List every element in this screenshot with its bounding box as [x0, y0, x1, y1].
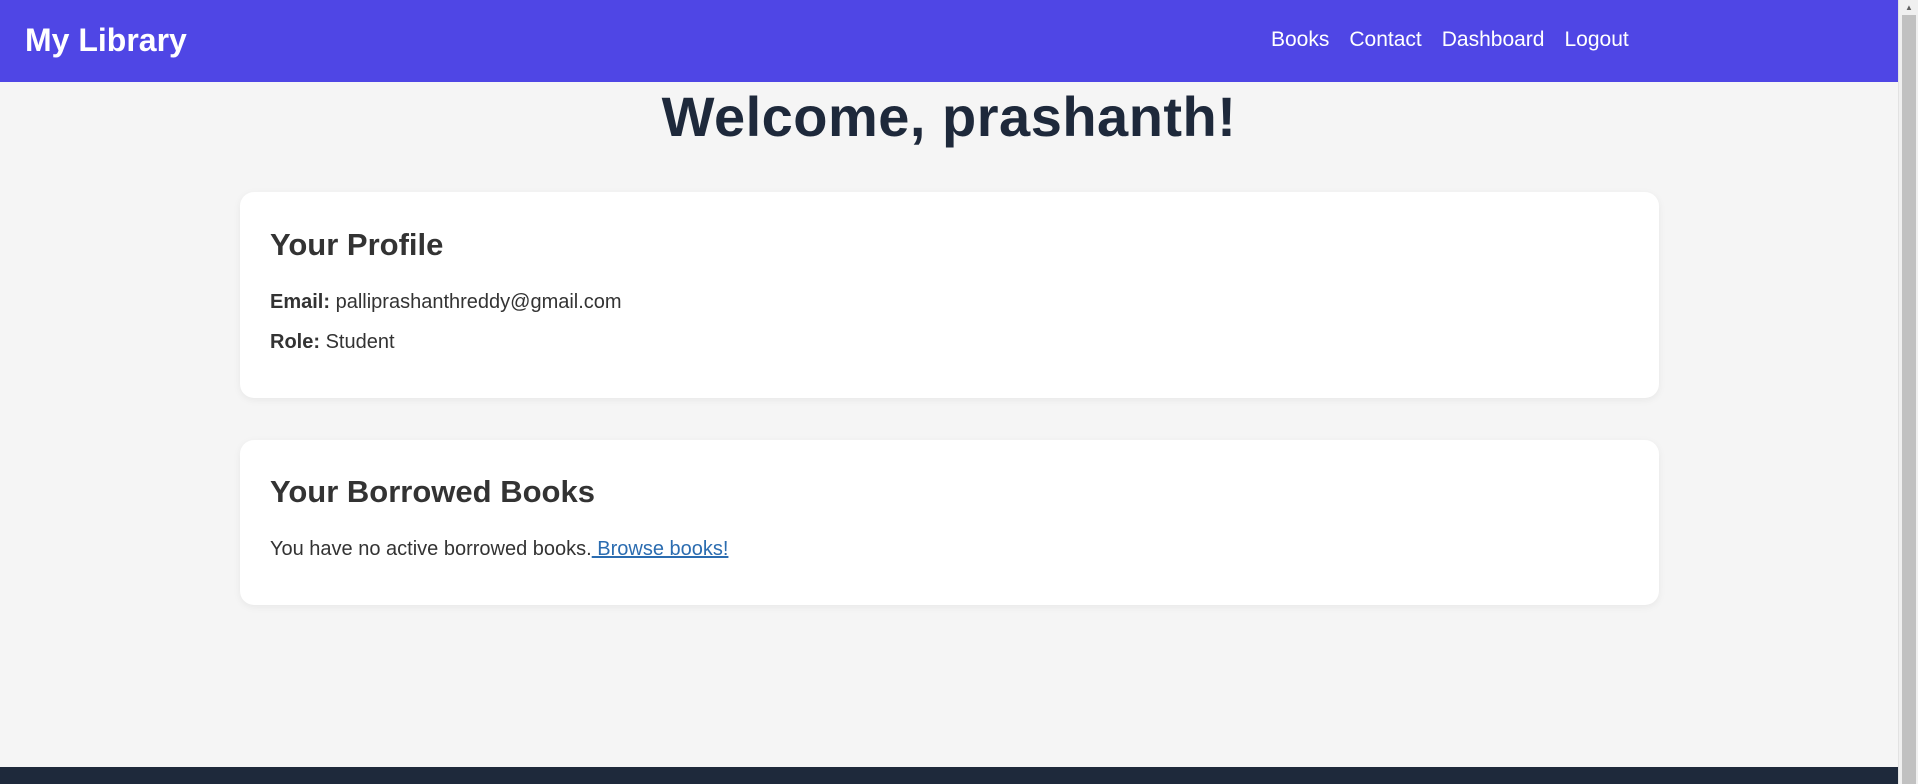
- profile-title: Your Profile: [270, 227, 444, 262]
- nav-link-dashboard[interactable]: Dashboard: [1442, 28, 1545, 52]
- nav-link-contact[interactable]: Contact: [1349, 28, 1421, 52]
- nav-link-books[interactable]: Books: [1271, 28, 1329, 52]
- brand-logo-link[interactable]: My Library: [25, 0, 187, 80]
- profile-card: Your Profile Email: palliprashanthreddy@…: [240, 192, 1659, 398]
- vertical-scrollbar[interactable]: ▲: [1898, 0, 1918, 784]
- page: My Library Books Contact Dashboard Logou…: [0, 0, 1898, 784]
- welcome-heading: Welcome, prashanth!: [661, 85, 1237, 148]
- email-label: Email:: [270, 291, 331, 313]
- role-label: Role:: [270, 331, 320, 353]
- borrowed-books-title: Your Borrowed Books: [270, 474, 595, 509]
- borrowed-books-message: You have no active borrowed books.: [270, 538, 592, 560]
- navbar: My Library Books Contact Dashboard Logou…: [0, 0, 1898, 82]
- profile-email-row: Email: palliprashanthreddy@gmail.com: [270, 289, 622, 315]
- nav-link-logout[interactable]: Logout: [1564, 28, 1628, 52]
- footer: [0, 767, 1898, 784]
- borrowed-books-card: Your Borrowed Books You have no active b…: [240, 440, 1659, 605]
- chevron-up-icon[interactable]: ▲: [1899, 0, 1918, 14]
- browse-books-link[interactable]: Browse books!: [592, 538, 728, 560]
- role-value: Student: [325, 331, 395, 353]
- scrollbar-thumb[interactable]: [1902, 15, 1916, 784]
- profile-role-row: Role: Student: [270, 329, 395, 355]
- nav-links: Books Contact Dashboard Logout: [1271, 0, 1629, 80]
- borrowed-books-message-row: You have no active borrowed books. Brows…: [270, 536, 728, 562]
- email-value: palliprashanthreddy@gmail.com: [335, 291, 622, 313]
